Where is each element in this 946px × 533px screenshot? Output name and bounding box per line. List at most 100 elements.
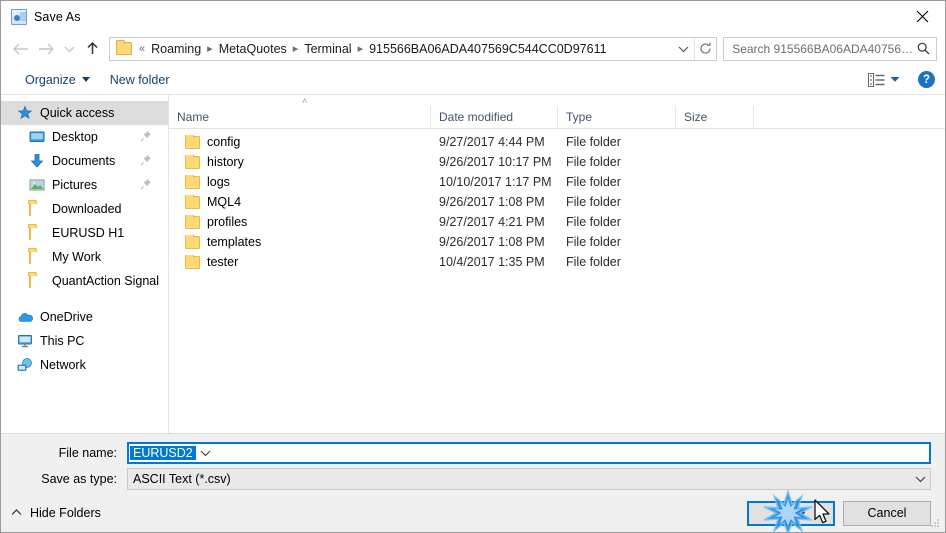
sidebar-item-quick-access[interactable]: Quick access bbox=[1, 101, 168, 125]
help-icon[interactable]: ? bbox=[918, 71, 935, 88]
save-as-type-label: Save as type: bbox=[41, 472, 117, 486]
file-name-cell: config bbox=[169, 135, 431, 149]
sidebar-item-documents[interactable]: Documents bbox=[1, 149, 168, 173]
resize-grip-icon[interactable] bbox=[929, 517, 941, 529]
table-row[interactable]: templates 9/26/2017 1:08 PM File folder bbox=[169, 232, 945, 252]
recent-locations-icon[interactable] bbox=[59, 36, 79, 62]
save-label: Save bbox=[776, 506, 806, 520]
view-layout-icon[interactable] bbox=[864, 70, 904, 90]
sidebar-item-label: EURUSD H1 bbox=[52, 226, 125, 240]
folder-icon bbox=[29, 224, 45, 241]
sidebar-item-eurusd-h1[interactable]: EURUSD H1 bbox=[1, 221, 168, 245]
save-button[interactable]: Save bbox=[747, 500, 835, 526]
sidebar-item-pictures[interactable]: Pictures bbox=[1, 173, 168, 197]
table-row[interactable]: config 9/27/2017 4:44 PM File folder bbox=[169, 132, 945, 152]
save-form: File name: EURUSD2 Save as type: ASCII T… bbox=[1, 433, 945, 494]
table-row[interactable]: profiles 9/27/2017 4:21 PM File folder bbox=[169, 212, 945, 232]
sidebar-item-onedrive[interactable]: OneDrive bbox=[1, 305, 168, 329]
refresh-icon[interactable] bbox=[694, 37, 716, 60]
forward-arrow-icon[interactable] bbox=[33, 36, 59, 62]
save-as-type-row: Save as type: ASCII Text (*.csv) bbox=[15, 468, 931, 490]
file-name-label: history bbox=[207, 155, 244, 169]
column-header-type[interactable]: Type bbox=[558, 105, 676, 129]
file-type-cell: File folder bbox=[566, 175, 621, 189]
sidebar-item-label: Desktop bbox=[52, 130, 98, 144]
save-as-type-select[interactable]: ASCII Text (*.csv) bbox=[127, 468, 931, 490]
sort-ascending-icon: ˄ bbox=[302, 96, 308, 106]
folder-icon bbox=[116, 40, 132, 55]
breadcrumb-item-metaquotes[interactable]: MetaQuotes bbox=[215, 40, 291, 58]
documents-icon bbox=[29, 153, 45, 169]
column-header-date-modified[interactable]: Date modified bbox=[431, 105, 558, 129]
chevron-down-icon[interactable] bbox=[672, 38, 694, 60]
pin-icon[interactable] bbox=[140, 130, 152, 142]
sidebar-item-label: My Work bbox=[52, 250, 102, 264]
file-name-cell: tester bbox=[169, 255, 431, 269]
folder-icon bbox=[185, 155, 200, 169]
table-row[interactable]: history 9/26/2017 10:17 PM File folder bbox=[169, 152, 945, 172]
file-date-cell: 9/26/2017 1:08 PM bbox=[439, 235, 545, 249]
file-name-label: profiles bbox=[207, 215, 248, 229]
sidebar-item-label: This PC bbox=[40, 334, 85, 348]
breadcrumb-separator-icon: ▸ bbox=[292, 43, 299, 55]
breadcrumb-overflow[interactable]: « bbox=[137, 43, 147, 55]
file-date-cell: 10/10/2017 1:17 PM bbox=[439, 175, 552, 189]
pin-icon[interactable] bbox=[140, 154, 152, 166]
chevron-down-icon bbox=[81, 77, 90, 82]
sidebar-item-quantaction-signal[interactable]: QuantAction Signal bbox=[1, 269, 168, 293]
file-name-label: tester bbox=[207, 255, 239, 269]
address-bar[interactable]: « Roaming ▸ MetaQuotes ▸ Terminal ▸ 9155… bbox=[109, 36, 718, 61]
file-date-cell: 9/26/2017 10:17 PM bbox=[439, 155, 552, 169]
folder-icon bbox=[185, 135, 200, 149]
up-arrow-icon[interactable] bbox=[79, 36, 105, 62]
breadcrumb-separator-icon: ▸ bbox=[207, 43, 213, 55]
help-label: ? bbox=[922, 73, 931, 86]
this-pc-icon bbox=[17, 333, 33, 349]
table-row[interactable]: tester 10/4/2017 1:35 PM File folder bbox=[169, 252, 945, 272]
search-icon bbox=[917, 42, 930, 55]
file-type-cell: File folder bbox=[566, 255, 621, 269]
table-row[interactable]: logs 10/10/2017 1:17 PM File folder bbox=[169, 172, 945, 192]
search-input[interactable]: Search 915566BA06ADA40756… bbox=[723, 36, 937, 61]
sidebar-item-this-pc[interactable]: This PC bbox=[1, 329, 168, 353]
breadcrumb-item-instance[interactable]: 915566BA06ADA407569C544CC0D97611 bbox=[365, 40, 610, 58]
sidebar-item-downloaded[interactable]: Downloaded bbox=[1, 197, 168, 221]
folder-icon bbox=[185, 175, 200, 189]
cancel-button[interactable]: Cancel bbox=[843, 500, 931, 526]
sidebar-item-label: QuantAction Signal bbox=[52, 274, 160, 288]
cancel-label: Cancel bbox=[867, 506, 907, 520]
sidebar-item-my-work[interactable]: My Work bbox=[1, 245, 168, 269]
command-toolbar: Organize New folder ? bbox=[1, 65, 945, 95]
file-name-cell: profiles bbox=[169, 215, 431, 229]
file-name-input[interactable]: EURUSD2 bbox=[127, 442, 931, 464]
organize-label: Organize bbox=[25, 72, 76, 87]
sidebar-item-network[interactable]: Network bbox=[1, 353, 168, 377]
chevron-down-icon[interactable] bbox=[910, 475, 930, 483]
breadcrumb: « Roaming ▸ MetaQuotes ▸ Terminal ▸ 9155… bbox=[137, 40, 672, 58]
file-name-row: File name: EURUSD2 bbox=[15, 442, 931, 464]
sidebar-item-label: Downloaded bbox=[52, 202, 122, 216]
file-type-cell: File folder bbox=[566, 235, 621, 249]
pictures-icon bbox=[29, 177, 45, 193]
file-type-cell: File folder bbox=[566, 135, 621, 149]
chevron-down-icon bbox=[890, 77, 900, 82]
folder-icon bbox=[185, 235, 200, 249]
pin-icon[interactable] bbox=[140, 178, 152, 190]
hide-folders-button[interactable]: Hide Folders bbox=[11, 506, 101, 520]
sidebar-item-label: Quick access bbox=[40, 106, 115, 120]
breadcrumb-item-terminal[interactable]: Terminal bbox=[300, 40, 355, 58]
organize-button[interactable]: Organize bbox=[17, 70, 98, 90]
column-header-size[interactable]: Size bbox=[676, 105, 754, 129]
new-folder-button[interactable]: New folder bbox=[102, 70, 178, 90]
sidebar-item-desktop[interactable]: Desktop bbox=[1, 125, 168, 149]
chevron-down-icon[interactable] bbox=[196, 449, 216, 457]
sidebar-item-label: Pictures bbox=[52, 178, 98, 192]
file-type-cell: File folder bbox=[566, 155, 621, 169]
close-icon[interactable] bbox=[899, 1, 945, 32]
back-arrow-icon[interactable] bbox=[7, 36, 33, 62]
breadcrumb-item-roaming[interactable]: Roaming bbox=[147, 40, 205, 58]
file-name-label: logs bbox=[207, 175, 230, 189]
column-header-name[interactable]: Name bbox=[169, 105, 431, 129]
table-row[interactable]: MQL4 9/26/2017 1:08 PM File folder bbox=[169, 192, 945, 212]
